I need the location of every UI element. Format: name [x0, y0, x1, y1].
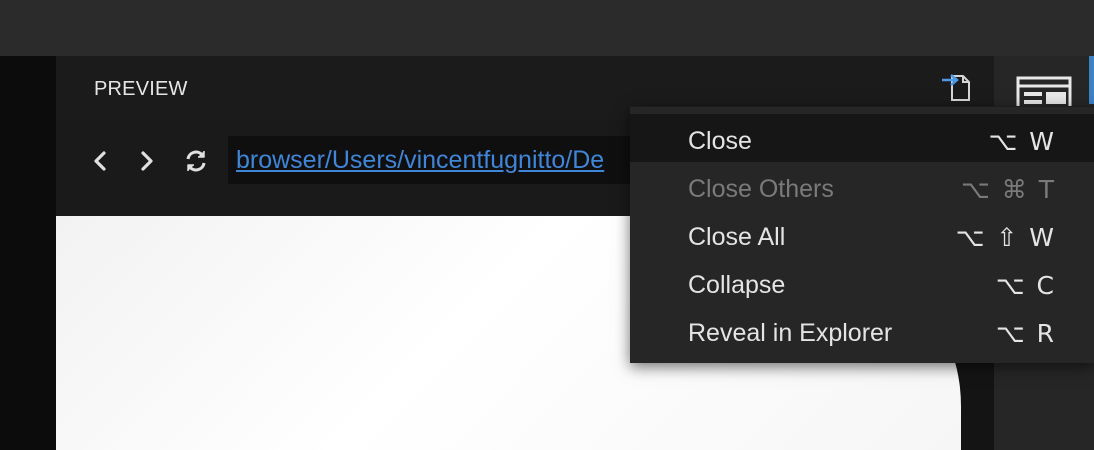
menu-item-close-all[interactable]: Close All ⌥ ⇧ W: [630, 210, 1094, 258]
refresh-icon[interactable]: [181, 146, 211, 176]
menu-item-shortcut: ⌥ C: [995, 271, 1056, 300]
context-menu: Close ⌥ W Close Others ⌥ ⌘ T Close All ⌥…: [630, 106, 1094, 363]
menu-item-label: Close All: [688, 223, 786, 251]
menu-item-shortcut: ⌥ R: [995, 319, 1056, 348]
menu-item-shortcut: ⌥ ⌘ T: [961, 175, 1056, 204]
url-field[interactable]: browser/Users/vincentfugnitto/De: [228, 136, 648, 184]
menu-item-label: Close Others: [688, 175, 834, 203]
activity-bar: [0, 56, 56, 450]
menu-item-label: Collapse: [688, 271, 786, 299]
chevron-right-icon[interactable]: [132, 146, 162, 176]
menu-item-shortcut: ⌥ W: [988, 127, 1056, 156]
chevron-left-icon[interactable]: [86, 146, 116, 176]
menu-item-shortcut: ⌥ ⇧ W: [955, 223, 1056, 252]
menu-item-label: Close: [688, 127, 752, 155]
title-bar: [0, 0, 1094, 56]
url-link[interactable]: browser/Users/vincentfugnitto/De: [236, 146, 604, 175]
menu-item-close[interactable]: Close ⌥ W: [630, 114, 1094, 162]
menu-item-collapse[interactable]: Collapse ⌥ C: [630, 258, 1094, 306]
menu-item-close-others[interactable]: Close Others ⌥ ⌘ T: [630, 162, 1094, 210]
panel-title: PREVIEW: [94, 78, 188, 100]
split-file-icon[interactable]: [938, 70, 974, 104]
active-indicator: [1089, 56, 1094, 104]
menu-item-reveal-in-explorer[interactable]: Reveal in Explorer ⌥ R: [630, 306, 1094, 354]
menu-item-label: Reveal in Explorer: [688, 319, 893, 347]
